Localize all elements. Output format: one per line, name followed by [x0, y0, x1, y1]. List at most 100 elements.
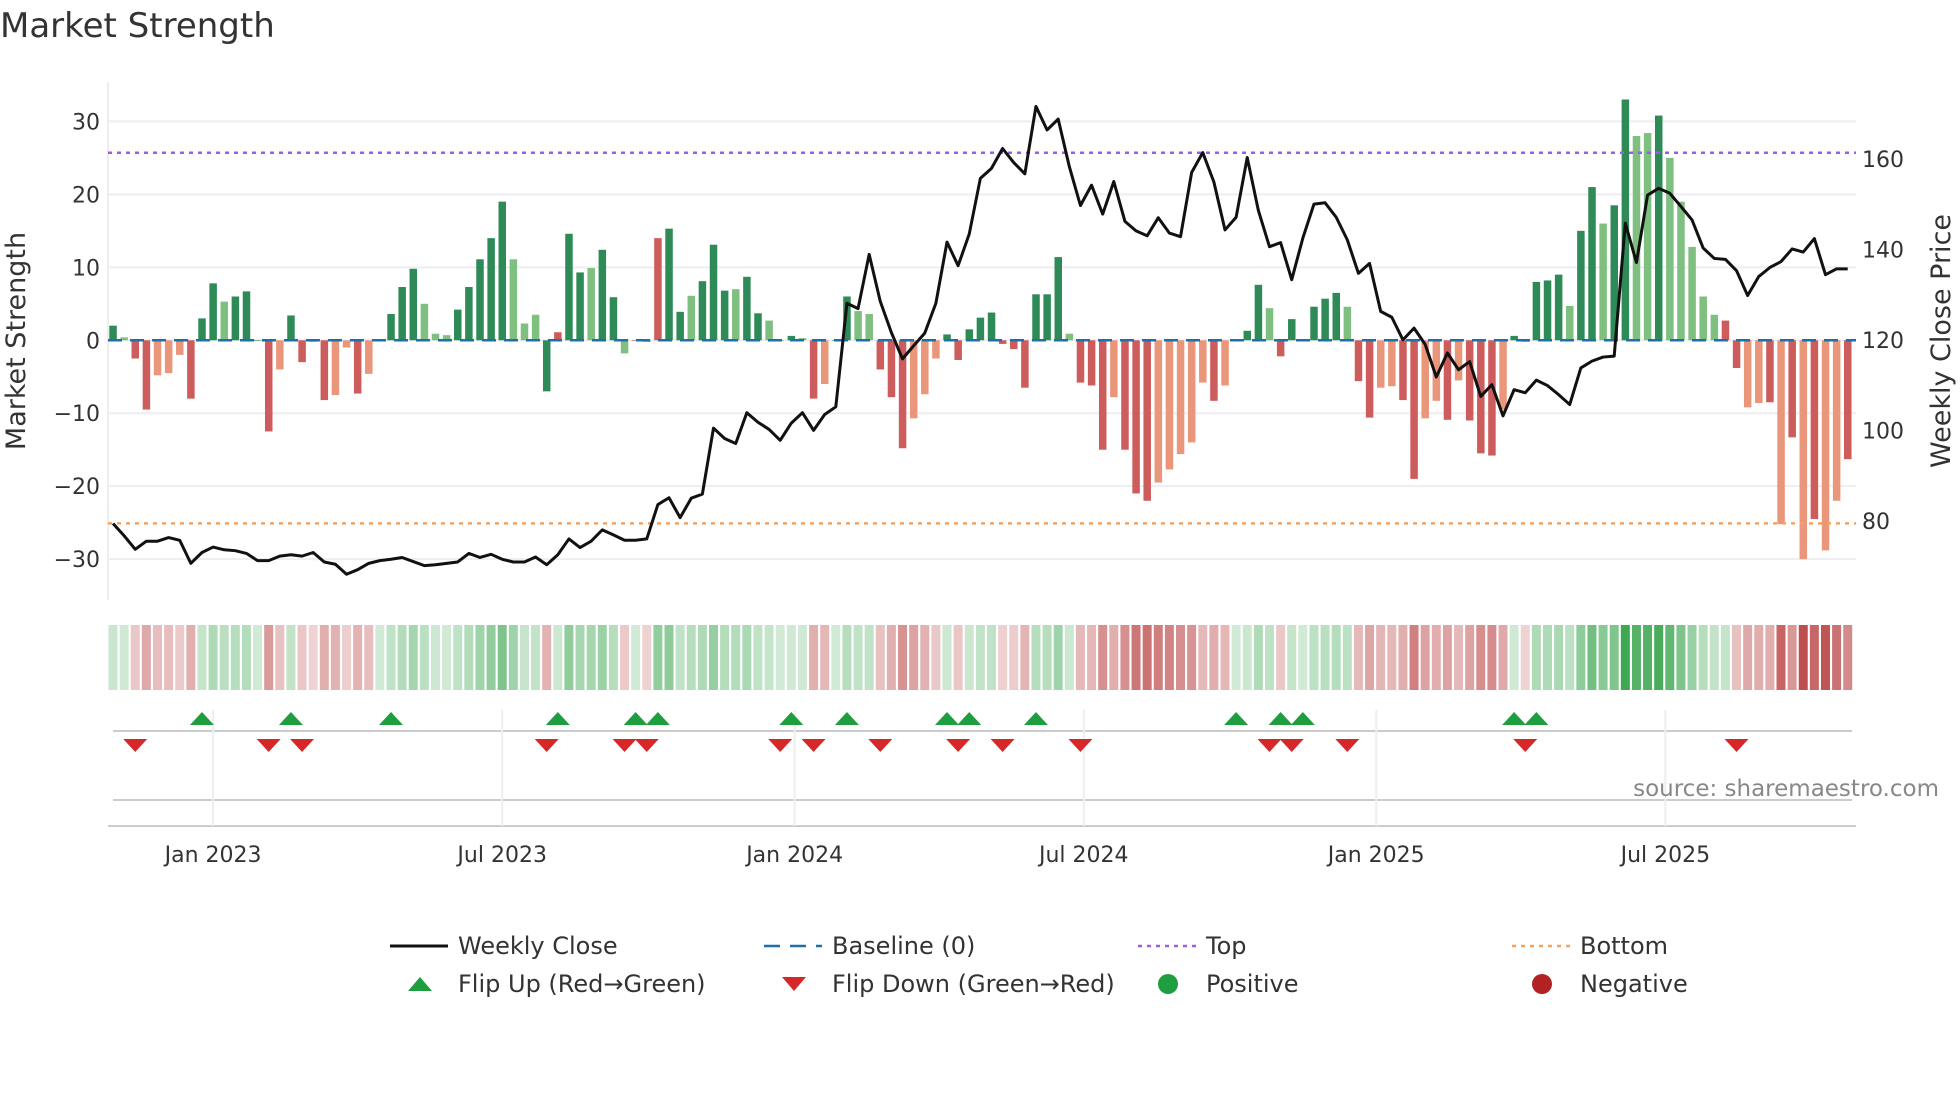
heatmap-cell — [275, 625, 285, 690]
heatmap-cell — [920, 625, 930, 690]
flip-down-marker — [1724, 739, 1749, 752]
heatmap-cell — [686, 625, 696, 690]
heatmap-cell — [664, 625, 674, 690]
strength-bar — [587, 268, 595, 341]
heatmap-cell — [1264, 625, 1274, 690]
heatmap-cell — [1064, 625, 1074, 690]
heatmap-cell — [809, 625, 819, 690]
strength-bar — [153, 340, 162, 376]
strength-bar — [1788, 340, 1796, 438]
heatmap-cell — [1665, 625, 1675, 690]
heatmap-cell — [1131, 625, 1141, 690]
heatmap-cell — [1142, 625, 1152, 690]
legend-baseline-icon — [764, 944, 822, 948]
y-tick-label: 20 — [72, 183, 100, 208]
strength-bar — [242, 291, 251, 341]
strength-bar — [1243, 330, 1252, 341]
strength-bar — [987, 312, 996, 341]
flip-up-marker — [834, 712, 859, 725]
heatmap-cell — [1631, 625, 1641, 690]
strength-bar — [1844, 340, 1852, 460]
strength-bar — [765, 320, 773, 341]
heatmap-cell — [1209, 625, 1219, 690]
strength-bar — [565, 233, 573, 341]
heatmap-cell — [1809, 625, 1819, 690]
heatmap-cell — [731, 625, 741, 690]
flip-up-marker — [278, 712, 303, 725]
heatmap-cell — [1609, 625, 1619, 690]
strength-bar — [1721, 320, 1730, 341]
strength-bar — [109, 325, 117, 341]
heatmap-cell — [375, 625, 385, 690]
heatmap-cell — [675, 625, 685, 690]
strength-bar — [1199, 340, 1207, 383]
strength-bar — [1710, 314, 1719, 341]
strength-bar — [1221, 340, 1229, 386]
strength-bar — [209, 283, 217, 341]
heatmap-cell — [119, 625, 129, 690]
strength-bar — [932, 340, 940, 359]
strength-bar — [876, 340, 885, 370]
heatmap-cell — [1287, 625, 1297, 690]
legend-label: Top — [1206, 932, 1247, 960]
strength-bar — [609, 297, 618, 341]
strength-bar — [698, 281, 707, 341]
heatmap-cell — [1098, 625, 1108, 690]
heatmap-cell — [486, 625, 496, 690]
heatmap-cell — [898, 625, 908, 690]
heatmap-cell — [353, 625, 363, 690]
legend-item-negative: Negative — [1510, 969, 1688, 999]
heatmap-cell — [1176, 625, 1186, 690]
strength-bar — [1032, 294, 1040, 341]
heatmap-cell — [1042, 625, 1052, 690]
strength-bar — [509, 259, 518, 341]
heatmap-cell — [542, 625, 552, 690]
flip-up-marker — [1023, 712, 1048, 725]
x-tick-label: Jan 2025 — [1326, 843, 1425, 868]
x-tick-label: Jul 2025 — [1619, 843, 1711, 868]
strength-bar — [1098, 340, 1107, 450]
flip-down-marker — [534, 739, 559, 752]
strength-bar — [709, 244, 718, 341]
flip-down-marker — [1513, 739, 1538, 752]
strength-bar — [476, 259, 484, 341]
legend-label: Negative — [1580, 970, 1688, 998]
heatmap-cell — [1832, 625, 1842, 690]
heatmap-cell — [286, 625, 296, 690]
heatmap-cell — [1654, 625, 1664, 690]
heatmap-cell — [1687, 625, 1697, 690]
heatmap-cell — [942, 625, 952, 690]
strength-bar — [620, 340, 629, 354]
flip-down-marker — [290, 739, 315, 752]
heatmap-cell — [620, 625, 630, 690]
heatmap-cell — [575, 625, 585, 690]
heatmap-cell — [708, 625, 718, 690]
strength-bar — [1410, 340, 1418, 479]
heatmap-cell — [1187, 625, 1197, 690]
strength-bar — [1376, 340, 1385, 388]
y-tick-label: 10 — [72, 256, 100, 281]
flip-up-marker — [645, 712, 670, 725]
heatmap-cell — [608, 625, 618, 690]
strength-bar — [220, 301, 228, 341]
flip-down-marker — [123, 739, 148, 752]
strength-bar — [598, 249, 607, 341]
strength-bar — [198, 318, 206, 341]
heatmap-cell — [230, 625, 240, 690]
strength-bar — [1654, 115, 1663, 341]
flip-down-marker — [1068, 739, 1093, 752]
strength-bar — [720, 290, 729, 341]
heatmap-cell — [986, 625, 996, 690]
strength-bar — [1210, 340, 1218, 401]
strength-bar — [298, 340, 306, 363]
strength-bar — [676, 311, 684, 341]
heatmap-cell — [531, 625, 541, 690]
heatmap-cell — [831, 625, 841, 690]
heatmap-cell — [842, 625, 852, 690]
flip-down-marker — [634, 739, 659, 752]
strength-bar — [809, 340, 818, 399]
legend-close-icon — [390, 944, 448, 948]
heatmap-cell — [1620, 625, 1630, 690]
heatmap-cell — [1420, 625, 1430, 690]
heatmap-cell — [1053, 625, 1063, 690]
